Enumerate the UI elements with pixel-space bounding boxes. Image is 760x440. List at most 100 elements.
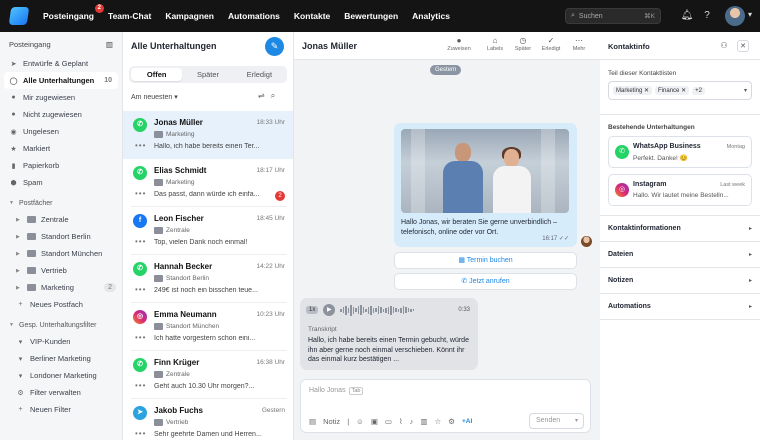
filter-london-marketing[interactable]: ▾ Londoner Marketing xyxy=(0,367,122,384)
more-icon[interactable]: ••• xyxy=(135,429,146,438)
contact-lists-select[interactable]: Marketing ✕ Finance ✕ +2 ▾ xyxy=(608,81,752,100)
more-button[interactable]: ⋯ Mehr xyxy=(564,36,594,52)
send-button[interactable]: Senden ▾ xyxy=(529,413,584,429)
nav-team-chat[interactable]: Team-Chat xyxy=(101,11,158,21)
call-now-button[interactable]: ✆ Jetzt anrufen xyxy=(394,273,577,290)
more-icon[interactable]: ••• xyxy=(135,141,146,150)
composer-placeholder: Hallo Jonas xyxy=(309,387,346,394)
snippet-icon[interactable]: ▥ xyxy=(420,417,427,426)
filter-berlin-marketing[interactable]: ▾ Berliner Marketing xyxy=(0,350,122,367)
add-contact-icon[interactable]: ⚇ xyxy=(718,40,730,52)
help-icon[interactable]: ? xyxy=(700,9,714,23)
nav-kontakte[interactable]: Kontakte xyxy=(287,11,337,21)
bell-icon[interactable]: 🔔︎ xyxy=(680,9,694,23)
saved-filters-section[interactable]: ▼ Gesp. Unterhaltungsfilter xyxy=(0,317,122,333)
template-icon[interactable]: ▣ xyxy=(371,417,378,426)
nav-posteingang[interactable]: Posteingang 2 xyxy=(36,4,105,21)
sidebar-item-unread[interactable]: ◉ Ungelesen xyxy=(0,123,122,140)
postfach-marketing[interactable]: ▶ Marketing 2 xyxy=(0,279,122,296)
sidebar-item-assigned[interactable]: ● Mir zugewiesen xyxy=(0,89,122,106)
search-icon[interactable]: ⌕ xyxy=(271,91,281,100)
tab-offen[interactable]: Offen xyxy=(131,68,183,81)
attachment-icon[interactable]: ⌇ xyxy=(399,417,403,426)
new-postfach-button[interactable]: + Neues Postfach xyxy=(0,296,122,313)
search-icon: ⌕ xyxy=(571,12,575,19)
conversation-item[interactable]: ✆ Elias Schmidt 18:17 Uhr Marketing ••• … xyxy=(123,159,293,207)
conversation-item[interactable]: f Leon Fischer 18:45 Uhr Zentrale ••• To… xyxy=(123,207,293,255)
book-appointment-button[interactable]: ▦ Termin buchen xyxy=(394,252,577,269)
done-button[interactable]: ✓ Erledigt xyxy=(536,36,566,52)
composer-input[interactable]: Hallo Jonas Tab xyxy=(309,387,364,395)
section-kontaktinformationen[interactable]: Kontaktinformationen ▸ xyxy=(600,216,760,242)
postfaecher-section[interactable]: ▼ Postfächer xyxy=(0,195,122,211)
conversation-item[interactable]: ✆ Finn Krüger 16:38 Uhr Zentrale ••• Geh… xyxy=(123,351,293,399)
more-icon[interactable]: ••• xyxy=(135,285,146,294)
chevron-down-icon[interactable]: ▾ xyxy=(575,414,578,428)
conversation-item[interactable]: ✆ Hannah Becker 14:22 Uhr Standort Berli… xyxy=(123,255,293,303)
section-notizen[interactable]: Notizen ▸ xyxy=(600,268,760,294)
playback-speed-button[interactable]: 1x xyxy=(306,306,319,314)
gif-icon[interactable]: ▭ xyxy=(385,417,392,426)
postfach-muenchen[interactable]: ▶ Standort München xyxy=(0,245,122,262)
more-icon[interactable]: ••• xyxy=(135,381,146,390)
tab-erledigt[interactable]: Erledigt xyxy=(234,68,285,81)
emoji-icon[interactable]: ☺ xyxy=(356,417,364,426)
remove-tag-icon[interactable]: ✕ xyxy=(681,88,686,94)
chevron-down-icon[interactable]: ▾ xyxy=(748,10,752,19)
new-filter-button[interactable]: + Neuen Filter xyxy=(0,401,122,418)
sidebar-item-starred[interactable]: ★ Markiert xyxy=(0,140,122,157)
more-icon[interactable]: ••• xyxy=(135,189,146,198)
postfach-vertrieb[interactable]: ▶ Vertrieb xyxy=(0,262,122,279)
compose-button[interactable]: ✎ xyxy=(265,37,284,56)
sidebar-item-spam[interactable]: ⬢ Spam xyxy=(0,174,122,191)
chevron-down-icon[interactable]: ▾ xyxy=(744,87,747,94)
manage-filters-button[interactable]: ⚙ Filter verwalten xyxy=(0,384,122,401)
message-composer[interactable]: Hallo Jonas Tab ▤ Notiz | ☺ ▣ ▭ ⌇ ♪ ▥ ☆ ⚙… xyxy=(300,379,591,433)
microphone-icon[interactable]: ♪ xyxy=(410,417,414,426)
nav-bewertungen[interactable]: Bewertungen xyxy=(337,11,405,21)
tab-spaeter[interactable]: Später xyxy=(182,68,233,81)
ai-assist-button[interactable]: +AI xyxy=(462,418,472,425)
app-logo[interactable] xyxy=(8,7,30,25)
conversation-item[interactable]: ✆ Jonas Müller 18:33 Uhr Marketing ••• H… xyxy=(123,111,293,159)
user-avatar[interactable] xyxy=(725,6,745,26)
nav-analytics[interactable]: Analytics xyxy=(405,11,457,21)
sidebar-item-drafts[interactable]: ➤ Entwürfe & Geplant xyxy=(0,55,122,72)
conversation-time: Gestern xyxy=(261,407,285,414)
conversation-item[interactable]: ◎ Emma Neumann 10:23 Uhr Standort Münche… xyxy=(123,303,293,351)
conversation-item[interactable]: ➤ Jakob Fuchs Gestern Vertrieb ••• Sehr … xyxy=(123,399,293,440)
search-input[interactable]: ⌕ Suchen ⌘K xyxy=(565,8,661,24)
waveform[interactable] xyxy=(340,304,415,316)
close-icon[interactable]: ✕ xyxy=(737,40,749,52)
postfach-zentrale[interactable]: ▶ Zentrale xyxy=(0,211,122,228)
existing-conversation-card[interactable]: ✆ WhatsApp Business Montag Perfekt. Dank… xyxy=(608,136,752,168)
more-icon[interactable]: ••• xyxy=(135,333,146,342)
section-automations[interactable]: Automations ▸ xyxy=(600,294,760,320)
contact-info-header: Kontaktinfo ⚇ ✕ xyxy=(600,32,760,60)
existing-conversation-card[interactable]: ◎ Instagram Last week Hallo. Wir lautet … xyxy=(608,174,752,206)
sidebar-item-unassigned[interactable]: ● Nicht zugewiesen xyxy=(0,106,122,123)
collapse-sidebar-icon[interactable]: ▥ xyxy=(106,40,113,49)
sort-dropdown[interactable]: Am neuesten ▾ xyxy=(131,93,178,101)
sidebar-item-all[interactable]: ◯ Alle Unterhaltungen 10 xyxy=(4,72,118,89)
snooze-button[interactable]: ◷ Später xyxy=(508,36,538,52)
photo-person-body xyxy=(443,161,483,213)
nav-kampagnen[interactable]: Kampagnen xyxy=(158,11,221,21)
note-toggle[interactable]: Notiz xyxy=(323,417,340,426)
message-image[interactable] xyxy=(401,129,569,213)
note-icon[interactable]: ▤ xyxy=(309,417,316,426)
assign-button[interactable]: ● Zuweisen xyxy=(444,36,474,52)
more-icon[interactable]: ••• xyxy=(135,237,146,246)
settings-icon[interactable]: ⚙ xyxy=(448,417,455,426)
play-icon[interactable]: ▶ xyxy=(323,304,336,316)
star-icon[interactable]: ☆ xyxy=(435,417,442,426)
section-dateien[interactable]: Dateien ▸ xyxy=(600,242,760,268)
sidebar-item-trash[interactable]: ▮ Papierkorb xyxy=(0,157,122,174)
folder-icon xyxy=(154,227,163,234)
nav-automations[interactable]: Automations xyxy=(221,11,287,21)
filter-settings-icon[interactable]: ⇌ xyxy=(258,91,271,100)
postfach-berlin[interactable]: ▶ Standort Berlin xyxy=(0,228,122,245)
filter-vip[interactable]: ▾ VIP-Kunden xyxy=(0,333,122,350)
remove-tag-icon[interactable]: ✕ xyxy=(644,88,649,94)
labels-button[interactable]: ⌂ Labels xyxy=(480,36,510,52)
